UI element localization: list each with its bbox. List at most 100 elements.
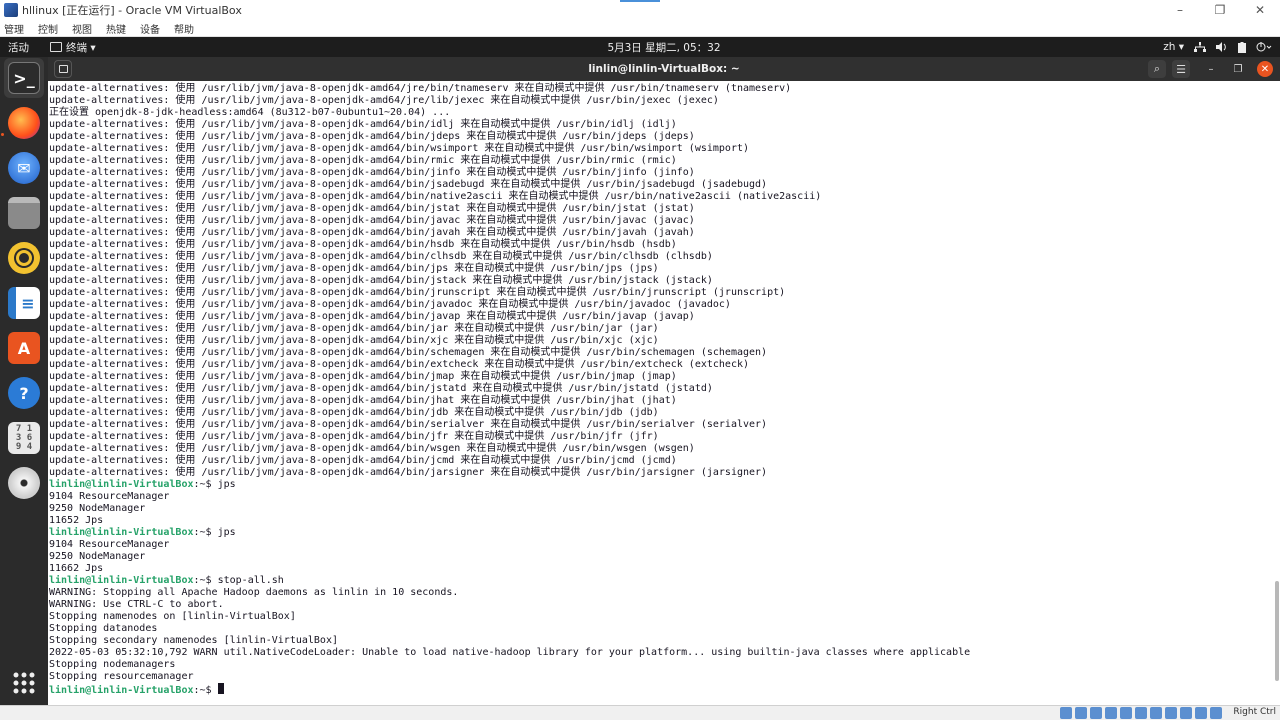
show-applications-button[interactable] [4, 663, 44, 703]
menu-control[interactable]: 控制 [38, 21, 58, 36]
output-line: update-alternatives: 使用 /usr/lib/jvm/jav… [49, 95, 719, 106]
output-line: update-alternatives: 使用 /usr/lib/jvm/jav… [49, 215, 695, 226]
command-text: stop-all.sh [217, 575, 284, 586]
output-line: Stopping resourcemanager [49, 671, 194, 682]
dock-sudoku[interactable]: 7 1 3 6 9 4 [4, 418, 44, 458]
output-line: Stopping namenodes on [linlin-VirtualBox… [49, 611, 296, 622]
text-cursor [217, 683, 224, 694]
status-icons[interactable] [1060, 707, 1222, 719]
output-line: update-alternatives: 使用 /usr/lib/jvm/jav… [49, 443, 695, 454]
terminal-lines: update-alternatives: 使用 /usr/lib/jvm/jav… [49, 83, 971, 696]
app-grid-icon [13, 672, 35, 694]
clock[interactable]: 5月3日 星期二, 05：32 [0, 40, 1280, 55]
virtualbox-icon [4, 3, 18, 17]
scrollbar[interactable] [1275, 581, 1279, 681]
output-line: 9250 NodeManager [49, 551, 146, 562]
output-line: update-alternatives: 使用 /usr/lib/jvm/jav… [49, 275, 713, 286]
output-line: update-alternatives: 使用 /usr/lib/jvm/jav… [49, 131, 695, 142]
dock-firefox[interactable] [4, 103, 44, 143]
output-line: 9104 ResourceManager [49, 491, 170, 502]
terminal-minimize-button[interactable]: – [1203, 61, 1219, 77]
output-line: 11662 Jps [49, 563, 104, 574]
optical-drive-icon[interactable] [1075, 707, 1087, 719]
output-line: update-alternatives: 使用 /usr/lib/jvm/jav… [49, 227, 695, 238]
output-line: update-alternatives: 使用 /usr/lib/jvm/jav… [49, 467, 768, 478]
output-line: update-alternatives: 使用 /usr/lib/jvm/jav… [49, 263, 659, 274]
minimize-button[interactable]: – [1160, 0, 1200, 20]
prompt-user: linlin@linlin-VirtualBox [49, 575, 194, 586]
output-line: update-alternatives: 使用 /usr/lib/jvm/jav… [49, 143, 750, 154]
prompt-line: linlin@linlin-VirtualBox:~$ jps [49, 479, 970, 491]
output-line: update-alternatives: 使用 /usr/lib/jvm/jav… [49, 383, 713, 394]
network-icon [1194, 42, 1206, 52]
output-line: WARNING: Stopping all Apache Hadoop daem… [49, 587, 459, 598]
menu-help[interactable]: 帮助 [174, 21, 194, 36]
prompt-line: linlin@linlin-VirtualBox:~$ jps [49, 527, 970, 539]
prompt-separator: :~$ [193, 479, 218, 490]
host-key-label: Right Ctrl [1233, 707, 1276, 717]
document-icon: ≡ [8, 287, 40, 319]
volume-icon [1216, 42, 1226, 52]
search-button[interactable]: ⌕ [1148, 60, 1166, 78]
dock-writer[interactable]: ≡ [4, 283, 44, 323]
output-line: update-alternatives: 使用 /usr/lib/jvm/jav… [49, 359, 750, 370]
prompt-separator: :~$ [193, 527, 218, 538]
menu-view[interactable]: 视图 [72, 21, 92, 36]
menu-hotkey[interactable]: 热键 [106, 21, 126, 36]
terminal-headerbar: linlin@linlin-VirtualBox: ~ ⌕ ☰ – ❐ ✕ [48, 57, 1280, 81]
dock-rhythmbox[interactable] [4, 238, 44, 278]
shared-folder-icon[interactable] [1135, 707, 1147, 719]
output-line: Stopping secondary namenodes [linlin-Vir… [49, 635, 338, 646]
dock-thunderbird[interactable]: ✉ [4, 148, 44, 188]
close-button[interactable]: ✕ [1240, 0, 1280, 20]
disc-icon [8, 467, 40, 499]
speaker-icon [8, 242, 40, 274]
dock: >_ ✉ ≡ A ? 7 1 3 6 9 4 [0, 57, 48, 705]
output-line: 2022-05-03 05:32:10,792 WARN util.Native… [49, 647, 971, 658]
output-line: update-alternatives: 使用 /usr/lib/jvm/jav… [49, 347, 768, 358]
power-icon [1256, 42, 1272, 52]
cpu-icon[interactable] [1180, 707, 1192, 719]
dock-software[interactable]: A [4, 328, 44, 368]
output-line: update-alternatives: 使用 /usr/lib/jvm/jav… [49, 335, 659, 346]
output-line: update-alternatives: 使用 /usr/lib/jvm/jav… [49, 407, 659, 418]
gnome-topbar: 活动 终端 ▾ 5月3日 星期二, 05：32 zh ▾ [0, 37, 1280, 57]
system-tray[interactable]: zh ▾ [1163, 41, 1272, 53]
output-line: Stopping datanodes [49, 623, 158, 634]
dock-files[interactable] [4, 193, 44, 233]
menu-manage[interactable]: 管理 [4, 21, 24, 36]
output-line: 9104 ResourceManager [49, 539, 170, 550]
software-store-icon: A [8, 332, 40, 364]
audio-icon[interactable] [1090, 707, 1102, 719]
terminal-icon: >_ [8, 62, 40, 94]
network-adapter-icon[interactable] [1105, 707, 1117, 719]
activity-indicator [620, 0, 660, 2]
output-line: update-alternatives: 使用 /usr/lib/jvm/jav… [49, 395, 677, 406]
output-line: 9250 NodeManager [49, 503, 146, 514]
output-line: update-alternatives: 使用 /usr/lib/jvm/jav… [49, 311, 695, 322]
folder-icon [8, 197, 40, 229]
output-line: update-alternatives: 使用 /usr/lib/jvm/jav… [49, 251, 713, 262]
output-line: WARNING: Use CTRL-C to abort. [49, 599, 224, 610]
recording-icon[interactable] [1165, 707, 1177, 719]
output-line: update-alternatives: 使用 /usr/lib/jvm/jav… [49, 287, 786, 298]
mouse-integration-icon[interactable] [1195, 707, 1207, 719]
output-line: update-alternatives: 使用 /usr/lib/jvm/jav… [49, 299, 731, 310]
restore-button[interactable]: ❐ [1200, 0, 1240, 20]
terminal-maximize-button[interactable]: ❐ [1230, 61, 1246, 77]
dock-help[interactable]: ? [4, 373, 44, 413]
prompt-separator: :~$ [193, 685, 218, 696]
display-icon[interactable] [1150, 707, 1162, 719]
dock-dvd[interactable] [4, 463, 44, 503]
dock-terminal[interactable]: >_ [4, 58, 44, 98]
input-method-indicator[interactable]: zh ▾ [1163, 41, 1184, 53]
terminal-output[interactable]: update-alternatives: 使用 /usr/lib/jvm/jav… [48, 81, 1280, 705]
hamburger-menu-button[interactable]: ☰ [1172, 60, 1190, 78]
window-title: hllinux [正在运行] - Oracle VM VirtualBox [22, 4, 242, 17]
usb-icon[interactable] [1120, 707, 1132, 719]
menu-devices[interactable]: 设备 [140, 21, 160, 36]
prompt-separator: :~$ [193, 575, 218, 586]
hdd-icon[interactable] [1060, 707, 1072, 719]
terminal-close-button[interactable]: ✕ [1257, 61, 1273, 77]
keyboard-icon[interactable] [1210, 707, 1222, 719]
